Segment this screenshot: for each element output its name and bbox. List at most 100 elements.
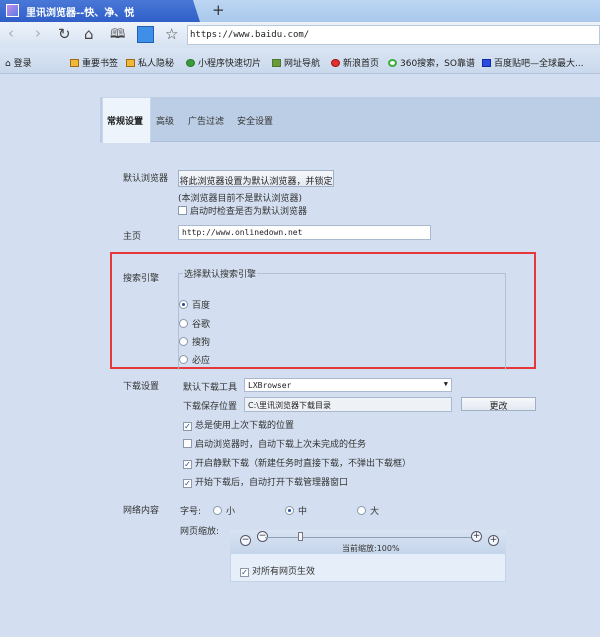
radio[interactable]: [357, 506, 366, 515]
zoom-current: 当前缩放:100%: [342, 544, 400, 553]
search-option-google[interactable]: 谷歌: [179, 317, 210, 330]
default-browser-status: (本浏览器目前不是默认浏览器): [178, 194, 303, 204]
radio-label: 谷歌: [192, 320, 211, 330]
checkbox-label: 对所有网页生效: [252, 567, 316, 577]
apply-all-pages[interactable]: ✓ 对所有网页生效: [240, 564, 315, 577]
font-size-medium[interactable]: 中: [285, 504, 307, 517]
bookmark-label: 百度贴吧—全球最大...: [494, 59, 584, 69]
browser-tab[interactable]: 里讯浏览器--快、净、悦: [0, 0, 200, 22]
back-icon[interactable]: ‹: [8, 24, 14, 42]
radio[interactable]: [179, 355, 188, 364]
bookmark-item[interactable]: 网址导航: [272, 56, 320, 69]
user-icon: ⌂: [5, 59, 14, 69]
web-content-label: 网络内容: [123, 506, 160, 516]
set-default-browser-button[interactable]: 将此浏览器设置为默认浏览器，并锁定: [178, 170, 334, 187]
bookmark-label: 360搜索，SO靠谱: [400, 59, 475, 69]
zoom-max-icon[interactable]: +: [471, 531, 482, 542]
tab-advanced[interactable]: 高级: [156, 114, 174, 127]
login-link[interactable]: ⌂ 登录: [5, 56, 32, 69]
homepage-label: 主页: [123, 232, 142, 242]
tab-general[interactable]: 常规设置: [102, 97, 151, 143]
forward-icon[interactable]: ›: [35, 24, 41, 42]
checkbox[interactable]: [178, 206, 187, 215]
search-group-title: 选择默认搜索引擎: [183, 267, 258, 280]
zoom-out-icon[interactable]: −: [240, 535, 251, 546]
bookmark-item[interactable]: 百度贴吧—全球最大...: [482, 56, 584, 69]
checkbox-label: 总是使用上次下载的位置: [195, 421, 295, 431]
font-size-small[interactable]: 小: [213, 504, 235, 517]
search-engine-label: 搜索引擎: [123, 274, 160, 284]
bookmark-label: 网址导航: [284, 59, 321, 69]
checkbox-label: 开始下载后，自动打开下载管理器窗口: [195, 478, 349, 488]
qr-icon[interactable]: [137, 26, 154, 43]
radio[interactable]: [213, 506, 222, 515]
download-option[interactable]: ✓ 总是使用上次下载的位置: [183, 418, 294, 431]
zoom-slider-handle[interactable]: [298, 532, 303, 541]
select-value: LXBrowser: [248, 381, 292, 390]
zoom-label: 网页缩放:: [180, 527, 220, 537]
tab-security[interactable]: 安全设置: [237, 114, 273, 127]
download-option[interactable]: ✓ 开启静默下载（新建任务时直接下载，不弹出下载框）: [183, 456, 411, 469]
radio[interactable]: [285, 506, 294, 515]
radio-label: 大: [370, 507, 380, 517]
tab-ad-filter[interactable]: 广告过滤: [188, 114, 224, 127]
bookmark-item[interactable]: 私人隐秘: [126, 56, 174, 69]
radio-label: 小: [226, 507, 236, 517]
dropdown-arrow-icon: ▼: [443, 380, 448, 388]
new-tab-button[interactable]: +: [212, 1, 225, 19]
download-option[interactable]: ✓ 开始下载后，自动打开下载管理器窗口: [183, 475, 348, 488]
download-tool-label: 默认下载工具: [183, 383, 238, 393]
browser-logo-icon: [6, 4, 19, 17]
miniprogram-icon: [186, 59, 195, 67]
address-bar[interactable]: https://www.baidu.com/: [187, 25, 600, 45]
bookmark-label: 重要书签: [82, 59, 119, 69]
settings-tab-bar: [100, 97, 600, 142]
search-engine-group: [178, 273, 506, 370]
font-size-label: 字号:: [180, 507, 202, 517]
reader-icon[interactable]: 🕮: [110, 25, 125, 47]
360-icon: [388, 59, 397, 67]
weibo-icon: [331, 59, 340, 67]
download-option[interactable]: 启动浏览器时，自动下载上次未完成的任务: [183, 437, 366, 450]
homepage-input[interactable]: http://www.onlinedown.net: [178, 225, 431, 240]
download-path-input[interactable]: C:\里讯浏览器下载目录: [244, 397, 452, 412]
zoom-slider-track[interactable]: [265, 537, 475, 538]
checkbox-label: 启动时检查是否为默认浏览器: [190, 207, 308, 217]
check-default-on-start[interactable]: 启动时检查是否为默认浏览器: [178, 204, 307, 217]
font-size-large[interactable]: 大: [357, 504, 379, 517]
checkbox-label: 启动浏览器时，自动下载上次未完成的任务: [195, 440, 367, 450]
bookmark-item[interactable]: 小程序快速切片: [186, 56, 261, 69]
radio-label: 百度: [192, 301, 211, 311]
checkbox[interactable]: ✓: [183, 422, 192, 431]
radio[interactable]: [179, 319, 188, 328]
bookmark-item[interactable]: 新浪首页: [331, 56, 379, 69]
checkbox[interactable]: [183, 439, 192, 448]
radio-label: 中: [298, 507, 308, 517]
star-icon[interactable]: ☆: [165, 25, 178, 43]
bookmark-label: 新浪首页: [343, 59, 380, 69]
tab-title: 里讯浏览器--快、净、悦: [26, 8, 135, 19]
default-browser-label: 默认浏览器: [123, 174, 169, 184]
radio[interactable]: [179, 337, 188, 346]
change-path-button[interactable]: 更改: [461, 397, 536, 412]
bookmark-item[interactable]: 重要书签: [70, 56, 118, 69]
zoom-in-icon[interactable]: +: [488, 535, 499, 546]
checkbox-label: 开启静默下载（新建任务时直接下载，不弹出下载框）: [195, 459, 412, 469]
search-option-sogou[interactable]: 搜狗: [179, 335, 210, 348]
login-label: 登录: [13, 59, 32, 69]
download-tool-select[interactable]: LXBrowser ▼: [244, 378, 452, 392]
radio-label: 必应: [192, 356, 211, 366]
checkbox[interactable]: ✓: [183, 460, 192, 469]
checkbox[interactable]: ✓: [183, 479, 192, 488]
bookmark-label: 私人隐秘: [138, 59, 175, 69]
radio-label: 搜狗: [192, 338, 211, 348]
search-option-bing[interactable]: 必应: [179, 353, 210, 366]
home-icon[interactable]: ⌂: [84, 25, 94, 43]
radio[interactable]: [179, 300, 188, 309]
search-option-baidu[interactable]: 百度: [179, 298, 210, 311]
refresh-icon[interactable]: ↻: [58, 25, 71, 43]
baidu-icon: [482, 59, 491, 67]
checkbox[interactable]: ✓: [240, 568, 249, 577]
download-settings-label: 下载设置: [123, 382, 160, 392]
bookmark-item[interactable]: 360搜索，SO靠谱: [388, 56, 475, 69]
